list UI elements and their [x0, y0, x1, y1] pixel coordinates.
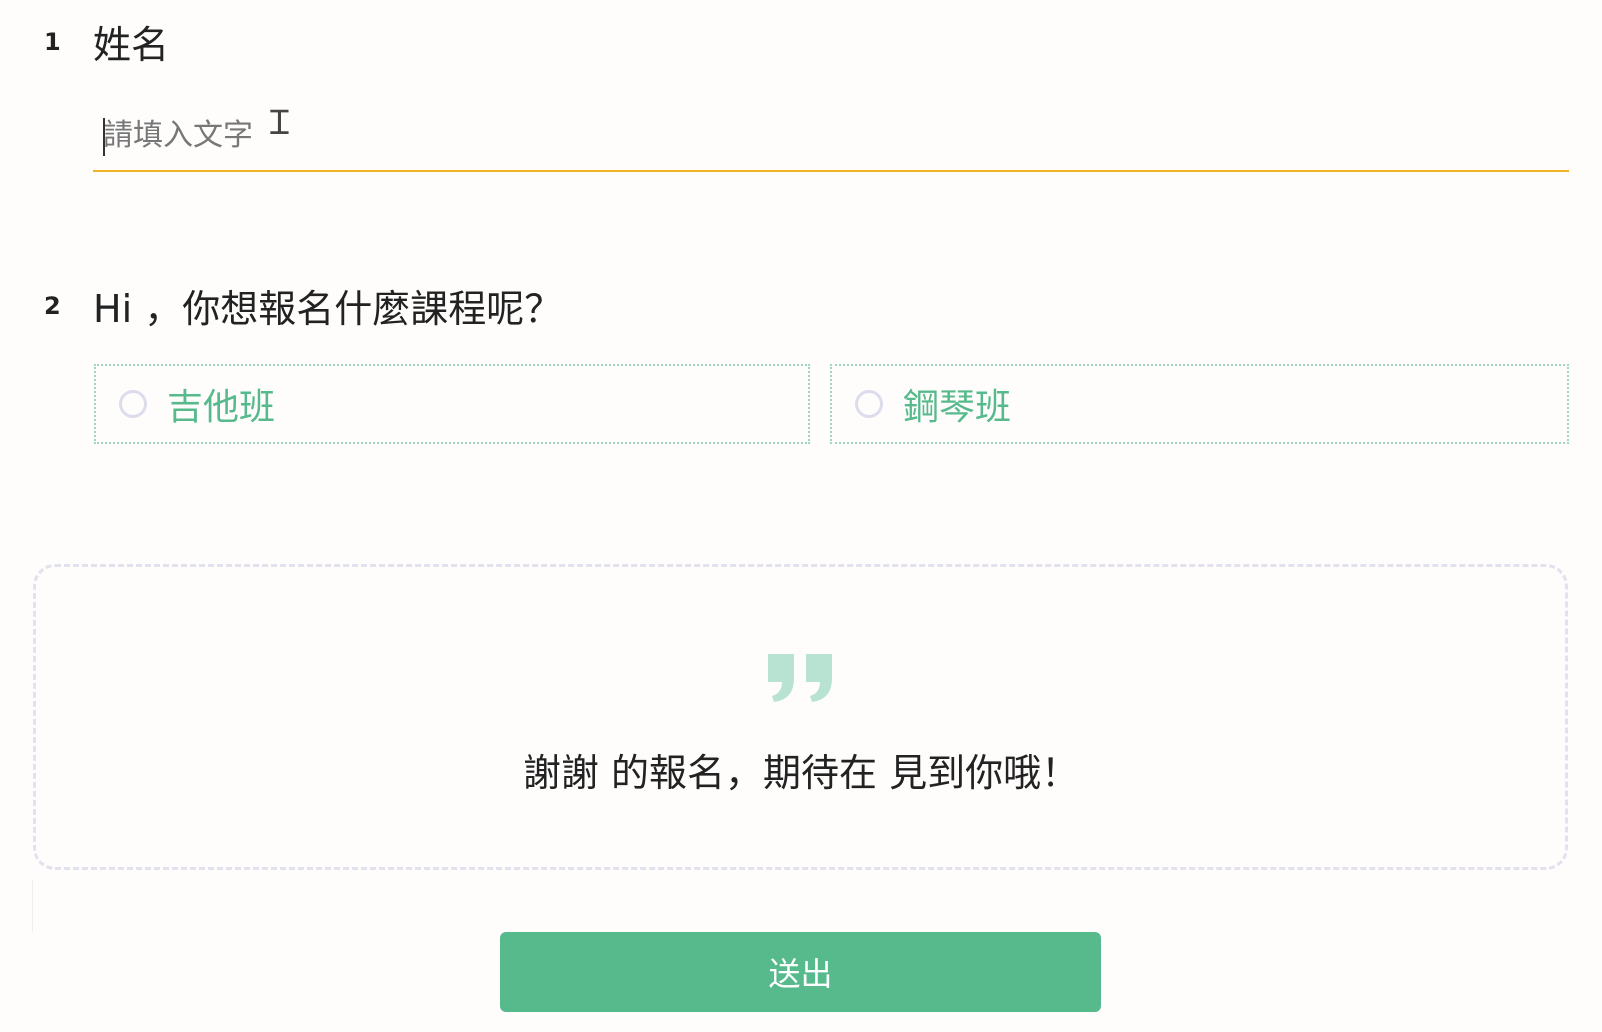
radio-circle-icon[interactable] [855, 390, 883, 418]
option-label: 吉他班 [167, 387, 276, 428]
question-1-number: 1 [44, 28, 61, 56]
divider [32, 880, 33, 932]
name-input[interactable] [93, 100, 1569, 172]
question-2-title: Hi ，你想報名什麼課程呢？ [93, 287, 563, 331]
option-label: 鋼琴班 [903, 387, 1012, 428]
thank-you-box [33, 564, 1568, 870]
question-1-title: 姓名 [93, 23, 170, 67]
quote-icon [768, 654, 832, 702]
radio-circle-icon[interactable] [119, 390, 147, 418]
text-caret [103, 118, 105, 156]
thank-you-message: 謝謝 的報名，期待在 見到你哦！ [522, 751, 1080, 795]
form-page: 1 姓名 Ɪ 2 Hi ，你想報名什麼課程呢？ 吉他班 鋼琴班 謝謝 的報名，期… [0, 0, 1602, 1032]
option-guitar-class[interactable]: 吉他班 [94, 364, 810, 444]
question-2-number: 2 [44, 292, 61, 320]
option-piano-class[interactable]: 鋼琴班 [830, 364, 1569, 444]
submit-button[interactable]: 送出 [500, 932, 1101, 1012]
text-cursor-icon: Ɪ [270, 103, 289, 143]
